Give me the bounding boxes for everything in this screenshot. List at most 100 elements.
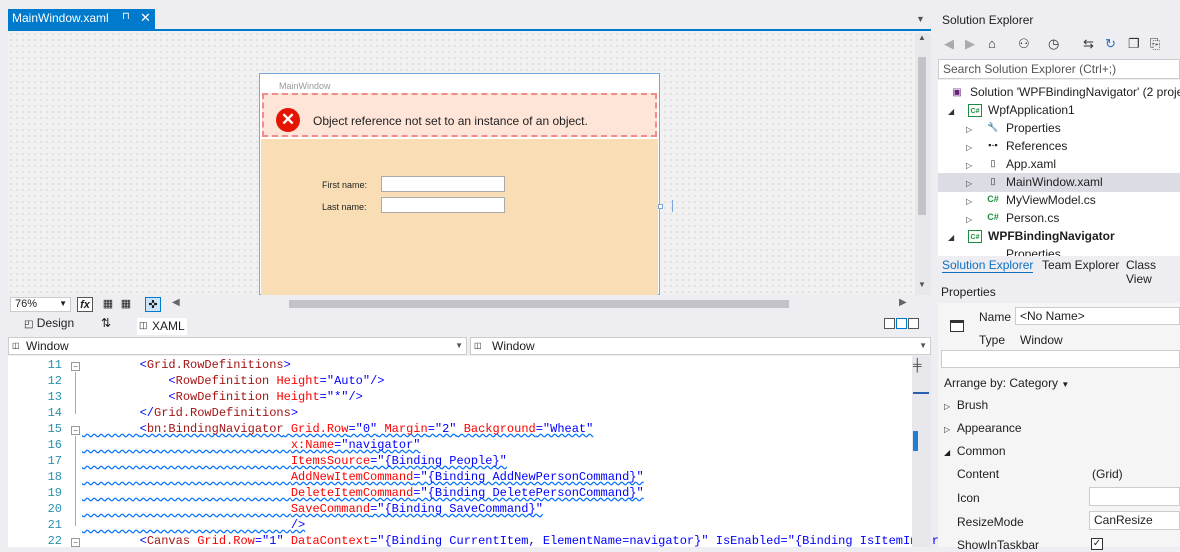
line-number: 16	[47, 438, 62, 452]
name-label: Name	[979, 310, 1012, 324]
tree-item-project-wpfbindingnavigator[interactable]: C# WPFBindingNavigator	[968, 227, 1115, 245]
close-icon[interactable]: ✕	[140, 10, 151, 26]
code-line[interactable]: </Grid.RowDefinitions>	[82, 406, 298, 420]
category-common-label: Common	[956, 444, 1006, 458]
tree-item-myviewmodel-cs[interactable]: C# MyViewModel.cs	[986, 191, 1096, 209]
home-icon[interactable]: ⌂	[988, 36, 996, 51]
category-brush[interactable]: ▷ Brush	[944, 398, 988, 412]
line-number: 21	[47, 518, 62, 532]
last-name-field[interactable]	[381, 197, 505, 213]
tree-item-app-xaml[interactable]: ▯ App.xaml	[986, 155, 1057, 173]
scroll-left-icon[interactable]: ◀	[172, 297, 180, 308]
designer-horizontal-thumb[interactable]	[289, 300, 789, 308]
tab-xaml[interactable]: ◫ XAML	[137, 318, 187, 335]
tab-design[interactable]: ◰ Design	[24, 316, 74, 330]
type-label: Type	[979, 333, 1006, 347]
code-line[interactable]: <RowDefinition Height="Auto"/>	[82, 374, 384, 388]
refresh-icon[interactable]: ↻	[1105, 36, 1116, 52]
tab-dropdown-icon[interactable]: ▼	[916, 14, 925, 24]
solution-search-input[interactable]: Search Solution Explorer (Ctrl+;)	[938, 59, 1180, 79]
split-editor-icon[interactable]: ╪	[913, 358, 922, 372]
tab-mainwindow-xaml[interactable]: MainWindow.xaml ⊓ ✕	[8, 9, 155, 29]
name-input[interactable]: <No Name>	[1015, 307, 1180, 325]
back-icon[interactable]: ◀	[944, 36, 954, 52]
collapsed-icon[interactable]: ▷	[966, 125, 972, 134]
show-all-files-icon[interactable]: ⎘	[1150, 36, 1160, 52]
grid-icon[interactable]: ▦	[100, 297, 116, 312]
tree-item-mainwindow-xaml[interactable]: ▯ MainWindow.xaml	[986, 173, 1103, 191]
fold-toggle-icon[interactable]: −	[71, 362, 80, 371]
formula-icon[interactable]: fx	[77, 297, 93, 312]
code-line[interactable]: ItemsSource="{Binding People}"	[82, 454, 507, 468]
forward-icon[interactable]: ▶	[965, 36, 975, 52]
snap-lines-icon[interactable]: ✜	[145, 297, 161, 312]
designer-vertical-thumb[interactable]	[918, 57, 926, 215]
editor-vertical-scrollbar[interactable]	[912, 356, 931, 547]
prop-resizemode-select[interactable]: CanResize	[1089, 511, 1180, 530]
collapse-pane-icon[interactable]	[908, 318, 919, 329]
tree-item-references[interactable]: ▪‑▪ References	[986, 137, 1067, 155]
code-line[interactable]: DeleteItemCommand="{Binding DeletePerson…	[82, 486, 644, 500]
snap-grid-icon[interactable]: ▦	[118, 297, 134, 312]
collapsed-icon[interactable]: ▷	[966, 197, 972, 206]
expanded-icon[interactable]: ◢	[948, 233, 954, 242]
csharp-file-icon: C#	[987, 194, 999, 204]
chevron-down-icon: ▼	[59, 299, 67, 308]
collapse-all-icon[interactable]: ❐	[1128, 36, 1140, 52]
code-line[interactable]: <bn:BindingNavigator Grid.Row="0" Margin…	[82, 422, 594, 436]
properties-search-input[interactable]	[941, 350, 1180, 368]
code-line[interactable]: />	[82, 518, 305, 532]
category-appearance[interactable]: ▷ Appearance	[944, 421, 1022, 435]
resize-handle[interactable]	[658, 204, 663, 209]
expanded-icon[interactable]: ◢	[948, 107, 954, 116]
code-line[interactable]: <Canvas Grid.Row="1" DataContext="{Bindi…	[82, 534, 939, 548]
member-navigation-dropdown[interactable]: ◫ Window ▼	[470, 337, 931, 355]
nav-right-value: Window	[492, 339, 535, 353]
fold-toggle-icon[interactable]: −	[71, 538, 80, 547]
tab-team-explorer[interactable]: Team Explorer	[1042, 258, 1119, 272]
collapsed-icon[interactable]: ▷	[966, 179, 972, 188]
solution-icon: ▣	[952, 87, 962, 98]
scroll-right-icon[interactable]: ▶	[899, 297, 907, 308]
collapsed-icon[interactable]: ▷	[966, 161, 972, 170]
code-line[interactable]: SaveCommand="{Binding SaveCommand}"	[82, 502, 543, 516]
scroll-up-icon[interactable]: ▲	[918, 33, 926, 42]
line-number: 15	[47, 422, 62, 436]
vertical-split-icon[interactable]	[884, 318, 895, 329]
scroll-down-icon[interactable]: ▼	[918, 280, 926, 289]
tree-item-properties-partial[interactable]: Properties	[986, 245, 1061, 256]
tree-item-solution[interactable]: ▣ Solution 'WPFBindingNavigator' (2 proje	[950, 83, 1180, 101]
code-line[interactable]: AddNewItemCommand="{Binding AddNewPerson…	[82, 470, 644, 484]
collapsed-icon[interactable]: ▷	[966, 143, 972, 152]
tree-item-person-cs[interactable]: C# Person.cs	[986, 209, 1059, 227]
fold-toggle-icon[interactable]: −	[71, 426, 80, 435]
zoom-select[interactable]: 76% ▼	[10, 297, 71, 312]
pin-icon[interactable]: ⊓	[122, 11, 130, 22]
horizontal-split-icon[interactable]	[896, 318, 907, 329]
window-content-grid[interactable]	[261, 139, 658, 295]
tree-item-properties[interactable]: 🔧 Properties	[986, 119, 1060, 137]
collapsed-icon[interactable]: ▷	[966, 215, 972, 224]
first-name-field[interactable]	[381, 176, 505, 192]
tab-solution-explorer[interactable]: Solution Explorer	[942, 258, 1034, 273]
scroll-caret-marker	[913, 392, 929, 394]
code-line[interactable]: <Grid.RowDefinitions>	[82, 358, 291, 372]
arrange-by-dropdown[interactable]: Arrange by: Category ▼	[944, 376, 1069, 390]
code-line[interactable]: x:Name="navigator"	[82, 438, 421, 452]
pending-changes-icon[interactable]: ⚇	[1018, 36, 1030, 52]
wrench-icon: 🔧	[987, 122, 999, 132]
tab-class-view[interactable]: Class View	[1126, 258, 1180, 286]
properties-title: Properties	[941, 285, 996, 299]
swap-panes-button[interactable]: ⇅	[101, 316, 111, 330]
category-common[interactable]: ◢ Common	[944, 444, 1006, 458]
collapsed-icon: ▷	[944, 402, 951, 411]
window-title: MainWindow	[279, 81, 331, 91]
prop-showintaskbar-checkbox[interactable]: ✓	[1091, 538, 1103, 550]
sync-icon[interactable]: ⇆	[1083, 36, 1094, 52]
history-icon[interactable]: ◷	[1048, 36, 1059, 52]
tree-item-project-wpfapplication1[interactable]: C# WpfApplication1	[968, 101, 1075, 119]
type-navigation-dropdown[interactable]: ◫ Window ▼	[8, 337, 467, 355]
prop-icon-input[interactable]	[1089, 487, 1180, 506]
type-value: Window	[1020, 333, 1063, 347]
code-line[interactable]: <RowDefinition Height="*"/>	[82, 390, 362, 404]
